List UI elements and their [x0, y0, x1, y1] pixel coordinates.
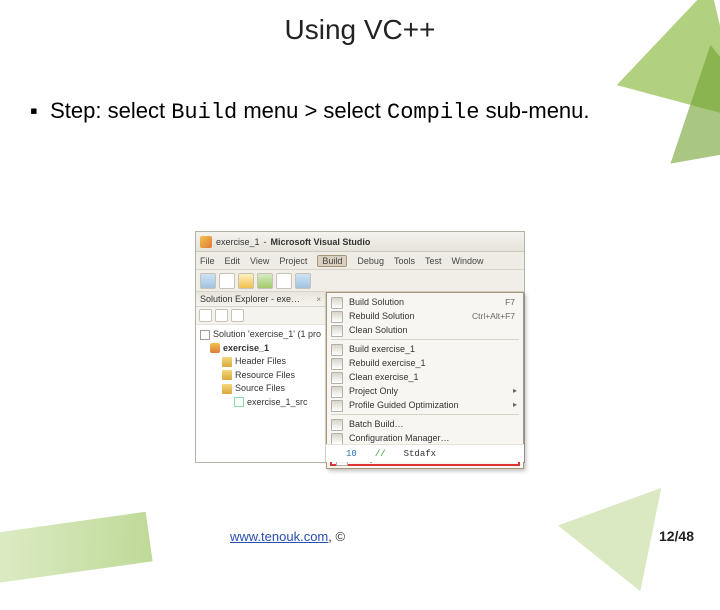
- vs-title-project: exercise_1: [216, 237, 260, 247]
- menu-separator: [331, 414, 519, 415]
- vs-menubar: File Edit View Project Build Debug Tools…: [196, 252, 524, 270]
- menu-item-icon: [331, 400, 343, 412]
- menu-tools[interactable]: Tools: [394, 256, 415, 266]
- menu-item-label: Profile Guided Optimization: [349, 400, 459, 410]
- menu-item-label: Clean exercise_1: [349, 372, 419, 382]
- menu-item-label: Build exercise_1: [349, 344, 415, 354]
- comment-token: //: [375, 449, 386, 459]
- menu-item-icon: [331, 297, 343, 309]
- menu-item-icon: [331, 311, 343, 323]
- vs-app-icon: [200, 236, 212, 248]
- menu-item-icon: [331, 372, 343, 384]
- explorer-toolbar: [196, 307, 325, 325]
- tree-solution[interactable]: Solution 'exercise_1' (1 pro: [200, 328, 321, 342]
- menu-item-icon: [331, 419, 343, 431]
- solution-tree: Solution 'exercise_1' (1 pro exercise_1 …: [196, 325, 325, 412]
- menu-file[interactable]: File: [200, 256, 215, 266]
- menu-edit[interactable]: Edit: [225, 256, 241, 266]
- toolbar-btn[interactable]: [295, 273, 311, 289]
- decor-triangle-top2: [651, 34, 720, 163]
- menu-item-icon: [331, 386, 343, 398]
- decor-stripe-bottom: [0, 512, 153, 587]
- menu-item-configuration-manager-[interactable]: Configuration Manager…: [327, 431, 523, 445]
- menu-item-icon: [331, 344, 343, 356]
- toolbar-btn[interactable]: [199, 309, 212, 322]
- menu-item-clean-solution[interactable]: Clean Solution: [327, 323, 523, 337]
- footer: www.tenouk.com, ©: [230, 529, 345, 544]
- footer-link[interactable]: www.tenouk.com: [230, 529, 328, 544]
- page-number: 12/48: [659, 528, 694, 544]
- project-icon: [210, 343, 220, 353]
- folder-icon: [222, 357, 232, 367]
- menu-item-build-solution[interactable]: Build Solution F7: [327, 295, 523, 309]
- vs-screenshot: exercise_1 - Microsoft Visual Studio Fil…: [195, 231, 525, 463]
- solution-icon: [200, 330, 210, 340]
- menu-item-icon: [331, 325, 343, 337]
- menu-item-build-exercise-1[interactable]: Build exercise_1: [327, 342, 523, 356]
- step-code-compile: Compile: [387, 100, 479, 125]
- menu-item-label: Rebuild exercise_1: [349, 358, 426, 368]
- menu-item-label: Build Solution: [349, 297, 404, 307]
- tree-project[interactable]: exercise_1: [200, 342, 321, 356]
- folder-icon: [222, 370, 232, 380]
- menu-item-rebuild-exercise-1[interactable]: Rebuild exercise_1: [327, 356, 523, 370]
- menu-project[interactable]: Project: [279, 256, 307, 266]
- step-text: ▪ Step: select Build menu > select Compi…: [30, 96, 690, 128]
- explorer-title-text: Solution Explorer - exe…: [200, 294, 300, 304]
- step-suffix: sub-menu.: [479, 98, 589, 123]
- tree-folder-header[interactable]: Header Files: [200, 355, 321, 369]
- menu-item-rebuild-solution[interactable]: Rebuild Solution Ctrl+Alt+F7: [327, 309, 523, 323]
- step-mid: menu > select: [237, 98, 387, 123]
- folder-icon: [222, 384, 232, 394]
- line-number: 10: [346, 449, 357, 459]
- menu-item-label: Project Only: [349, 386, 398, 396]
- menu-separator: [331, 339, 519, 340]
- menu-item-batch-build-[interactable]: Batch Build…: [327, 417, 523, 431]
- code-preview: 10 // Stdafx: [326, 444, 524, 462]
- close-icon[interactable]: ×: [316, 295, 321, 304]
- menu-item-icon: [331, 358, 343, 370]
- menu-item-project-only[interactable]: Project Only: [327, 384, 523, 398]
- vs-title-app: Microsoft Visual Studio: [271, 237, 371, 247]
- toolbar-btn[interactable]: [219, 273, 235, 289]
- menu-item-label: Clean Solution: [349, 325, 408, 335]
- code-word: Stdafx: [404, 449, 436, 459]
- vs-toolbar: [196, 270, 524, 292]
- menu-item-clean-exercise-1[interactable]: Clean exercise_1: [327, 370, 523, 384]
- menu-debug[interactable]: Debug: [357, 256, 384, 266]
- vs-titlebar: exercise_1 - Microsoft Visual Studio: [196, 232, 524, 252]
- tree-folder-resource[interactable]: Resource Files: [200, 369, 321, 383]
- bullet-icon: ▪: [30, 96, 44, 126]
- tree-source-file[interactable]: exercise_1_src: [200, 396, 321, 410]
- menu-item-profile-guided-optimization[interactable]: Profile Guided Optimization: [327, 398, 523, 412]
- toolbar-btn[interactable]: [200, 273, 216, 289]
- menu-item-label: Rebuild Solution: [349, 311, 415, 321]
- slide-title: Using VC++: [0, 14, 720, 46]
- decor-triangle-bottom: [558, 488, 692, 610]
- step-code-build: Build: [171, 100, 237, 125]
- toolbar-btn[interactable]: [231, 309, 244, 322]
- menu-view[interactable]: View: [250, 256, 269, 266]
- step-prefix: Step: select: [50, 98, 171, 123]
- menu-item-label: Configuration Manager…: [349, 433, 450, 443]
- tree-folder-source[interactable]: Source Files: [200, 382, 321, 396]
- toolbar-btn[interactable]: [238, 273, 254, 289]
- toolbar-btn[interactable]: [215, 309, 228, 322]
- footer-copyright: , ©: [328, 529, 345, 544]
- menu-item-label: Batch Build…: [349, 419, 404, 429]
- toolbar-btn[interactable]: [276, 273, 292, 289]
- menu-build[interactable]: Build: [317, 255, 347, 267]
- menu-item-shortcut: Ctrl+Alt+F7: [472, 311, 515, 321]
- editor-area: Build Solution F7 Rebuild Solution Ctrl+Alt…: [326, 292, 524, 462]
- menu-window[interactable]: Window: [451, 256, 483, 266]
- toolbar-btn[interactable]: [257, 273, 273, 289]
- menu-test[interactable]: Test: [425, 256, 442, 266]
- menu-item-shortcut: F7: [505, 297, 515, 307]
- solution-explorer: Solution Explorer - exe… × Solution 'exe…: [196, 292, 326, 462]
- build-dropdown: Build Solution F7 Rebuild Solution Ctrl+Alt…: [326, 292, 524, 469]
- cpp-file-icon: [234, 397, 244, 407]
- explorer-title: Solution Explorer - exe… ×: [196, 292, 325, 307]
